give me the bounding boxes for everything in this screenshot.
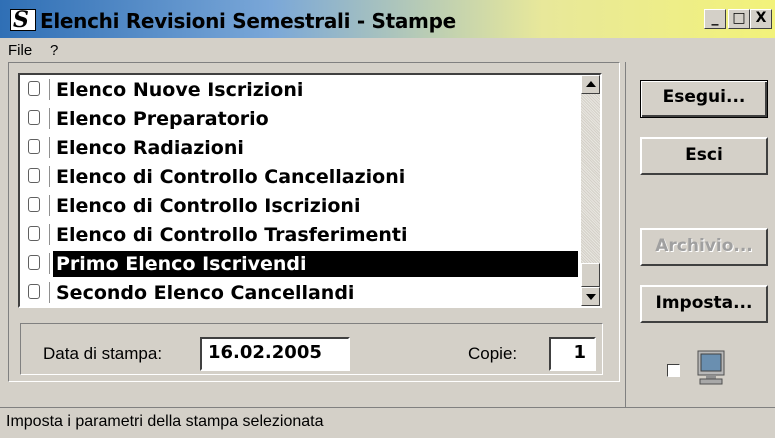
list-item-checkbox[interactable] [28, 226, 40, 241]
arrow-down-icon [586, 294, 596, 300]
menu-bar: File ? [0, 38, 775, 62]
list-item-label: Primo Elenco Iscrivendi [53, 251, 578, 277]
copies-label: Copie: [468, 344, 518, 363]
list-item-label: Elenco Radiazioni [56, 137, 244, 159]
list-item-label: Elenco Preparatorio [56, 108, 269, 130]
list-item-label: Elenco di Controllo Trasferimenti [56, 224, 408, 246]
scroll-thumb[interactable] [581, 263, 600, 287]
title-bar[interactable]: S Elenchi Revisioni Semestrali - Stampe … [0, 0, 775, 38]
list-item[interactable]: Elenco Nuove Iscrizioni [20, 75, 581, 104]
minimize-button[interactable]: _ [704, 9, 726, 29]
monitor-icon [697, 350, 725, 385]
arrow-up-icon [586, 81, 596, 87]
list-scrollbar[interactable] [581, 75, 600, 306]
list-item[interactable]: Elenco Radiazioni [20, 133, 581, 162]
status-bar: Imposta i parametri della stampa selezio… [0, 407, 775, 438]
menu-help[interactable]: ? [50, 42, 58, 59]
setup-button[interactable]: Imposta... [640, 285, 768, 323]
maximize-button[interactable]: □ [728, 9, 750, 29]
list-item[interactable]: Elenco di Controllo Iscrizioni [20, 191, 581, 220]
copies-field[interactable]: 1 [549, 337, 596, 371]
close-button[interactable]: X [750, 9, 772, 29]
print-list[interactable]: Elenco Nuove Iscrizioni Elenco Preparato… [18, 73, 602, 308]
list-item-label: Elenco di Controllo Cancellazioni [56, 166, 406, 188]
list-item-checkbox[interactable] [28, 110, 40, 125]
app-s-icon[interactable]: S [10, 7, 36, 33]
scroll-up-button[interactable] [581, 75, 600, 94]
date-label: Data di stampa: [43, 344, 163, 363]
list-item-label: Elenco di Controllo Iscrizioni [56, 195, 361, 217]
list-item-selected[interactable]: Primo Elenco Iscrivendi [20, 249, 581, 278]
list-item-label: Elenco Nuove Iscrizioni [56, 79, 304, 101]
execute-button[interactable]: Esegui... [640, 80, 768, 118]
list-item-checkbox[interactable] [28, 168, 40, 183]
list-item[interactable]: Elenco Preparatorio [20, 104, 581, 133]
scroll-down-button[interactable] [581, 287, 600, 306]
archive-button[interactable]: Archivio... [640, 228, 768, 266]
list-item[interactable]: Elenco di Controllo Cancellazioni [20, 162, 581, 191]
list-item-checkbox[interactable] [28, 81, 40, 96]
list-item[interactable]: Elenco di Controllo Trasferimenti [20, 220, 581, 249]
list-item-checkbox[interactable] [28, 197, 40, 212]
list-item-checkbox[interactable] [28, 284, 40, 299]
exit-button[interactable]: Esci [640, 137, 768, 175]
status-text: Imposta i parametri della stampa selezio… [6, 413, 324, 430]
menu-file[interactable]: File [8, 42, 32, 59]
date-field[interactable]: 16.02.2005 [200, 337, 350, 371]
printer-checkbox[interactable] [667, 364, 680, 377]
main-window: S Elenchi Revisioni Semestrali - Stampe … [0, 0, 775, 438]
window-title: Elenchi Revisioni Semestrali - Stampe [40, 9, 456, 33]
list-item-checkbox[interactable] [28, 255, 40, 270]
list-item-label: Secondo Elenco Cancellandi [56, 282, 355, 304]
list-item[interactable]: Secondo Elenco Cancellandi [20, 278, 581, 306]
list-item-checkbox[interactable] [28, 139, 40, 154]
